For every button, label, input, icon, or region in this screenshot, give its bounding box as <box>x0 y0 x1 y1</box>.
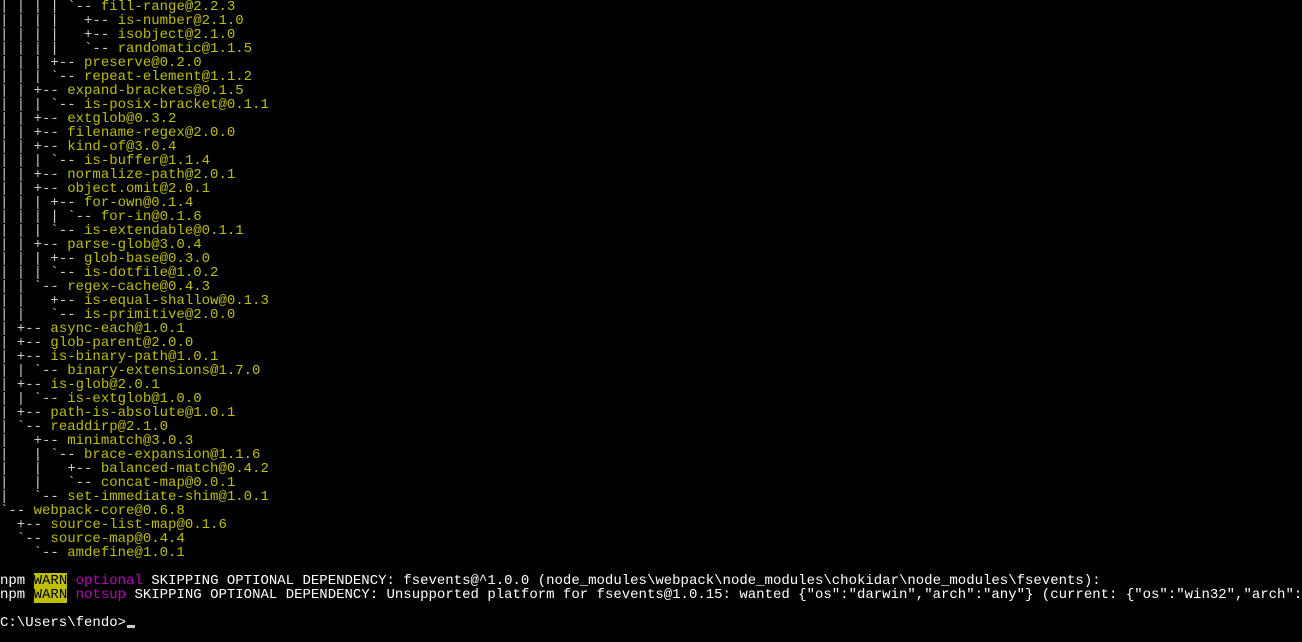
prompt-line[interactable]: C:\Users\fendo> <box>0 616 1302 630</box>
tree-line: | | | `-- is-posix-bracket@0.1.1 <box>0 98 1302 112</box>
tree-line: | | | | `-- for-in@0.1.6 <box>0 210 1302 224</box>
blank-line <box>0 602 1302 616</box>
tree-line: | +-- glob-parent@2.0.0 <box>0 336 1302 350</box>
tree-line: | | | | `-- randomatic@1.1.5 <box>0 42 1302 56</box>
tree-line: | | +-- parse-glob@3.0.4 <box>0 238 1302 252</box>
tree-line: | | | `-- is-buffer@1.1.4 <box>0 154 1302 168</box>
warn-line: npm WARN notsup SKIPPING OPTIONAL DEPEND… <box>0 588 1302 602</box>
tree-line: | `-- set-immediate-shim@1.0.1 <box>0 490 1302 504</box>
tree-line: | | +-- kind-of@3.0.4 <box>0 140 1302 154</box>
tree-line: | `-- readdirp@2.1.0 <box>0 420 1302 434</box>
tree-line: | | | `-- repeat-element@1.1.2 <box>0 70 1302 84</box>
warn-badge: WARN <box>34 587 68 603</box>
tree-line: | | +-- object.omit@2.0.1 <box>0 182 1302 196</box>
tree-line: | | | | `-- fill-range@2.2.3 <box>0 0 1302 14</box>
prompt-text: C:\Users\fendo> <box>0 615 126 631</box>
tree-line: | | `-- concat-map@0.0.1 <box>0 476 1302 490</box>
tree-line: | | | | +-- is-number@2.1.0 <box>0 14 1302 28</box>
tree-line: | | +-- extglob@0.3.2 <box>0 112 1302 126</box>
tree-line: | +-- is-glob@2.0.1 <box>0 378 1302 392</box>
tree-line: | | | | +-- isobject@2.1.0 <box>0 28 1302 42</box>
tree-line: +-- source-list-map@0.1.6 <box>0 518 1302 532</box>
tree-line: | | +-- expand-brackets@0.1.5 <box>0 84 1302 98</box>
cursor-icon <box>127 625 135 628</box>
tree-line: | | `-- brace-expansion@1.1.6 <box>0 448 1302 462</box>
tree-line: | | | +-- preserve@0.2.0 <box>0 56 1302 70</box>
tree-line: `-- webpack-core@0.6.8 <box>0 504 1302 518</box>
tree-line: | | +-- filename-regex@2.0.0 <box>0 126 1302 140</box>
tree-line: | | `-- binary-extensions@1.7.0 <box>0 364 1302 378</box>
warn-tag: notsup <box>76 587 126 603</box>
warn-line: npm WARN optional SKIPPING OPTIONAL DEPE… <box>0 574 1302 588</box>
tree-line: | | `-- is-primitive@2.0.0 <box>0 308 1302 322</box>
terminal-output[interactable]: | | | | `-- fill-range@2.2.3| | | | +-- … <box>0 0 1302 630</box>
tree-line: | | | +-- for-own@0.1.4 <box>0 196 1302 210</box>
tree-line: `-- source-map@0.4.4 <box>0 532 1302 546</box>
package-name: amdefine@1.0.1 <box>67 545 185 561</box>
tree-line: | | `-- regex-cache@0.4.3 <box>0 280 1302 294</box>
tree-line: | +-- is-binary-path@1.0.1 <box>0 350 1302 364</box>
tree-line: | | +-- balanced-match@0.4.2 <box>0 462 1302 476</box>
tree-line: | | +-- is-equal-shallow@0.1.3 <box>0 294 1302 308</box>
tree-prefix: `-- <box>0 545 67 561</box>
warn-text: SKIPPING OPTIONAL DEPENDENCY: Unsupporte… <box>126 587 1302 603</box>
tree-line: `-- amdefine@1.0.1 <box>0 546 1302 560</box>
tree-line: | | | +-- glob-base@0.3.0 <box>0 252 1302 266</box>
tree-line: | +-- async-each@1.0.1 <box>0 322 1302 336</box>
tree-line: | | | `-- is-extendable@0.1.1 <box>0 224 1302 238</box>
tree-line: | +-- path-is-absolute@1.0.1 <box>0 406 1302 420</box>
tree-line: | +-- minimatch@3.0.3 <box>0 434 1302 448</box>
tree-line: | | `-- is-extglob@1.0.0 <box>0 392 1302 406</box>
tree-line: | | +-- normalize-path@2.0.1 <box>0 168 1302 182</box>
blank-line <box>0 560 1302 574</box>
tree-line: | | | `-- is-dotfile@1.0.2 <box>0 266 1302 280</box>
